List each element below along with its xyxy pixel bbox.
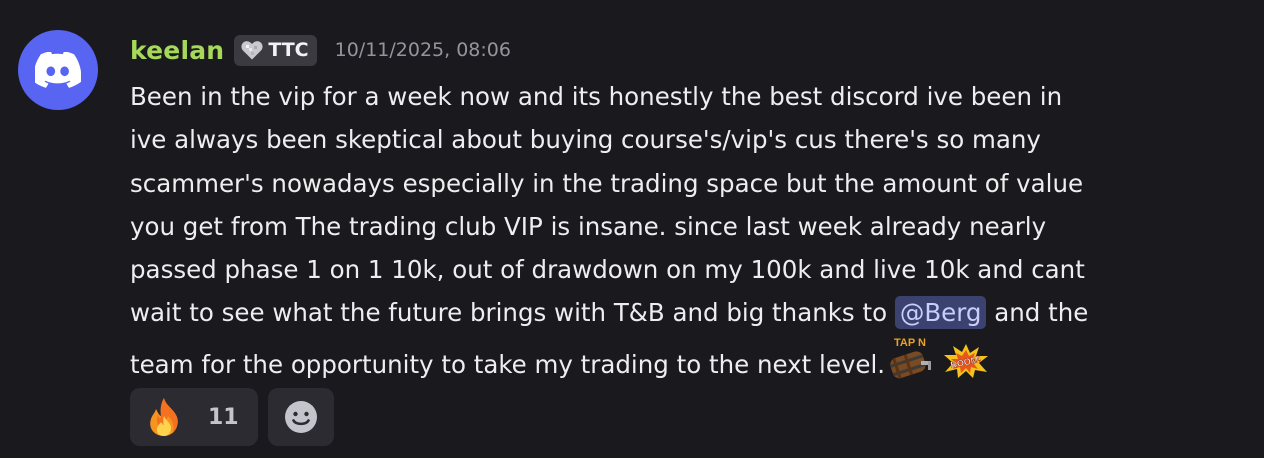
add-reaction-button[interactable] [268, 388, 334, 446]
message-text: and the [986, 298, 1089, 328]
fire-emoji [150, 398, 178, 436]
username[interactable]: keelan [130, 36, 224, 65]
discord-logo-icon [35, 52, 81, 88]
smiley-face-icon [285, 401, 317, 433]
message-line: scammer's nowadays especially in the tra… [130, 168, 1084, 198]
message-text: wait to see what the future brings with … [130, 298, 895, 328]
message-line: team for the opportunity to take my trad… [130, 335, 1230, 379]
message-line: Been in the vip for a week now and its h… [130, 82, 1063, 111]
message-text: team for the opportunity to take my trad… [130, 349, 886, 379]
chat-message: keelan TTC 10/11/2025, 08:06 Been in the… [0, 0, 1264, 458]
reactions-bar: 11 [130, 388, 334, 446]
reaction-count: 11 [208, 404, 239, 430]
message-header: keelan TTC 10/11/2025, 08:06 [130, 30, 511, 70]
boom-emoji[interactable]: BOOM! [943, 343, 989, 379]
guild-tag[interactable]: TTC [234, 34, 317, 66]
message-line: ive always been skeptical about buying c… [130, 125, 1041, 155]
guild-tag-label: TTC [268, 39, 309, 61]
timestamp[interactable]: 10/11/2025, 08:06 [335, 39, 511, 61]
tap-n-emoji-text: TAP N [894, 337, 926, 349]
message-line: you get from The trading club VIP is ins… [130, 211, 1047, 241]
heart-badge-icon [241, 41, 263, 60]
reaction-fire[interactable]: 11 [130, 388, 258, 446]
avatar[interactable] [18, 30, 98, 110]
message-line: wait to see what the future brings with … [130, 291, 1230, 334]
user-mention[interactable]: @Berg [894, 296, 987, 330]
tap-n-barrel-emoji[interactable]: TAP N [885, 335, 933, 379]
message-line: passed phase 1 on 1 10k, out of drawdown… [130, 255, 1085, 285]
message-content: Been in the vip for a week now and its h… [130, 75, 1230, 379]
